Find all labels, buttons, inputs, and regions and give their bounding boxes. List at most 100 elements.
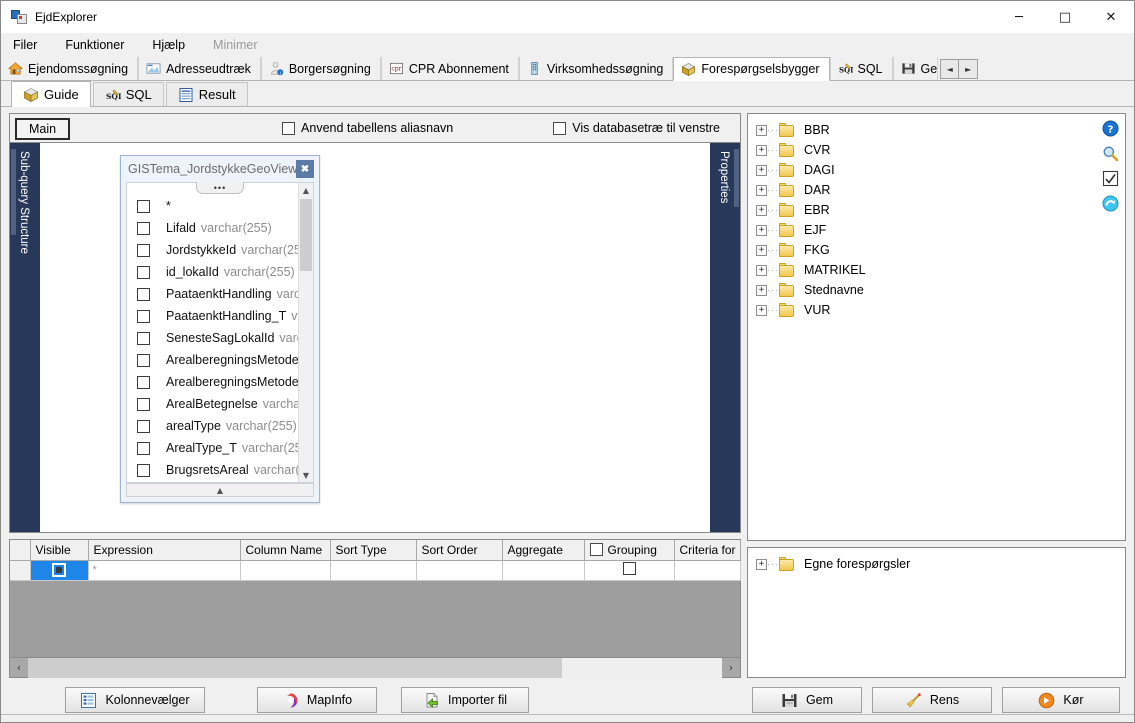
column-header-criteria[interactable]: Criteria for — [674, 540, 740, 560]
expand-icon[interactable]: + — [756, 165, 767, 176]
scroll-thumb[interactable] — [300, 199, 312, 271]
cell-grouping[interactable] — [584, 560, 674, 580]
expand-icon[interactable]: + — [756, 285, 767, 296]
tab-guide[interactable]: Guide — [11, 81, 91, 107]
expand-icon[interactable]: + — [756, 245, 767, 256]
ribbon-scroll-buttons[interactable]: ◄ ► — [940, 59, 978, 79]
table-card-header[interactable]: GISTema_JordstykkeGeoView... ✖ — [121, 156, 319, 182]
visible-checkbox-icon[interactable] — [52, 563, 66, 577]
field-row[interactable]: BrugsretsAreal varchar(255) — [127, 459, 298, 481]
expand-icon[interactable]: + — [756, 145, 767, 156]
properties-tab[interactable]: Properties — [710, 143, 740, 532]
scroll-down-icon[interactable]: ▼ — [303, 468, 309, 482]
scroll-thumb[interactable] — [28, 658, 562, 678]
menu-item-funktioner[interactable]: Funktioner — [65, 38, 124, 52]
field-row[interactable]: ArealberegningsMetode varchar(255) — [127, 349, 298, 371]
cell-visible[interactable] — [30, 560, 88, 580]
column-header-visible[interactable]: Visible — [30, 540, 88, 560]
field-checkbox[interactable] — [137, 332, 150, 345]
tree-node-matrikel[interactable]: + ··· MATRIKEL — [756, 260, 1125, 280]
main-button[interactable]: Main — [15, 118, 70, 140]
field-row[interactable]: * — [127, 195, 298, 217]
checkbox-alias[interactable]: Anvend tabellens aliasnavn — [282, 121, 453, 135]
help-icon[interactable]: ? — [1102, 120, 1119, 137]
field-row[interactable]: PaataenktHandling_T varchar(255) — [127, 305, 298, 327]
field-row[interactable]: ArealberegningsMetode_T varchar(255) — [127, 371, 298, 393]
menu-item-minimer[interactable]: Minimer — [213, 38, 257, 52]
tree-node-bbr[interactable]: + ··· BBR — [756, 120, 1125, 140]
cell-aggregate[interactable] — [502, 560, 584, 580]
menu-item-filer[interactable]: Filer — [13, 38, 37, 52]
checkbox-alias-box[interactable] — [282, 122, 295, 135]
field-checkbox[interactable] — [137, 310, 150, 323]
tree-node-ejf[interactable]: + ··· EJF — [756, 220, 1125, 240]
minimize-button[interactable]: ─ — [996, 1, 1042, 33]
field-list[interactable]: * Lifald varchar(255) — [127, 183, 298, 482]
column-header-column-name[interactable]: Column Name — [240, 540, 330, 560]
checkbox-show-db-tree-left[interactable]: Vis databasetræ til venstre — [553, 121, 720, 135]
field-checkbox[interactable] — [137, 354, 150, 367]
ribbon-scroll-left-button[interactable]: ◄ — [940, 59, 959, 79]
diagram-canvas[interactable]: GISTema_JordstykkeGeoView... ✖ ••• * — [40, 143, 710, 532]
close-button[interactable]: ✕ — [1088, 1, 1134, 33]
tree-node-egne-forespoergsler[interactable]: + ··· Egne forespørgsler — [756, 554, 1125, 574]
field-row[interactable]: PaataenktHandling varchar(255) — [127, 283, 298, 305]
tree-node-dar[interactable]: + ··· DAR — [756, 180, 1125, 200]
tree-node-cvr[interactable]: + ··· CVR — [756, 140, 1125, 160]
table-card-more-icon[interactable]: ••• — [196, 182, 244, 194]
table-card-hscroll[interactable]: ▲ — [126, 483, 314, 497]
kolonnevaelger-button[interactable]: Kolonnevælger — [65, 687, 205, 713]
koer-button[interactable]: Kør — [1002, 687, 1120, 713]
checkbox-icon[interactable] — [1102, 170, 1119, 187]
scroll-right-icon[interactable]: › — [722, 661, 740, 674]
own-queries-tree[interactable]: + ··· Egne forespørgsler — [748, 548, 1125, 574]
column-header-grouping[interactable]: Grouping — [584, 540, 674, 560]
tree-node-fkg[interactable]: + ··· FKG — [756, 240, 1125, 260]
field-checkbox[interactable] — [137, 266, 150, 279]
grid-horizontal-scrollbar[interactable]: ‹ › — [10, 657, 740, 677]
sub-query-structure-tab[interactable]: Sub-query Structure — [10, 143, 40, 532]
field-checkbox[interactable] — [137, 464, 150, 477]
table-card[interactable]: GISTema_JordstykkeGeoView... ✖ ••• * — [120, 155, 320, 503]
field-checkbox[interactable] — [137, 376, 150, 389]
cell-expression[interactable]: * — [88, 560, 240, 580]
tab-forespoergselsbygger[interactable]: Forespørgselsbygger — [673, 57, 829, 81]
cell-sort-type[interactable] — [330, 560, 416, 580]
refresh-icon[interactable] — [1102, 195, 1119, 212]
expand-icon[interactable]: + — [756, 125, 767, 136]
field-checkbox[interactable] — [137, 442, 150, 455]
expand-icon[interactable]: + — [756, 265, 767, 276]
expand-icon[interactable]: + — [756, 305, 767, 316]
rens-button[interactable]: Rens — [872, 687, 992, 713]
field-checkbox[interactable] — [137, 398, 150, 411]
field-list-scrollbar[interactable]: ▲ ▼ — [298, 183, 313, 482]
tab-cpr-abonnement[interactable]: cpr CPR Abonnement — [381, 57, 519, 80]
field-checkbox[interactable] — [137, 200, 150, 213]
maximize-button[interactable]: □ — [1042, 1, 1088, 33]
menu-item-hjaelp[interactable]: Hjælp — [152, 38, 185, 52]
cell-sort-order[interactable] — [416, 560, 502, 580]
field-row[interactable]: id_lokalId varchar(255) — [127, 261, 298, 283]
grouping-checkbox[interactable] — [623, 562, 636, 575]
cell-column-name[interactable] — [240, 560, 330, 580]
checkbox-tree-box[interactable] — [553, 122, 566, 135]
row-handle-cell[interactable] — [10, 560, 30, 580]
tab-sql-sub[interactable]: SQL SQL — [93, 82, 164, 106]
field-row[interactable]: ArealBetegnelse varchar(255) — [127, 393, 298, 415]
scroll-up-icon[interactable]: ▲ — [303, 183, 309, 197]
cell-criteria[interactable] — [674, 560, 740, 580]
tab-borgersoegning[interactable]: i Borgersøgning — [261, 57, 381, 80]
column-header-aggregate[interactable]: Aggregate — [502, 540, 584, 560]
gem-button[interactable]: Gem — [752, 687, 862, 713]
field-checkbox[interactable] — [137, 288, 150, 301]
column-header-sort-type[interactable]: Sort Type — [330, 540, 416, 560]
scroll-left-icon[interactable]: ‹ — [10, 661, 28, 674]
tab-adresseudtraek[interactable]: Adresseudtræk — [138, 57, 261, 80]
column-header-sort-order[interactable]: Sort Order — [416, 540, 502, 560]
column-header-expression[interactable]: Expression — [88, 540, 240, 560]
tree-node-vur[interactable]: + ··· VUR — [756, 300, 1125, 320]
field-row[interactable]: Lifald varchar(255) — [127, 217, 298, 239]
tab-sql[interactable]: SQL SQL — [830, 57, 893, 80]
scroll-track[interactable] — [28, 658, 722, 678]
tree-node-dagi[interactable]: + ··· DAGI — [756, 160, 1125, 180]
